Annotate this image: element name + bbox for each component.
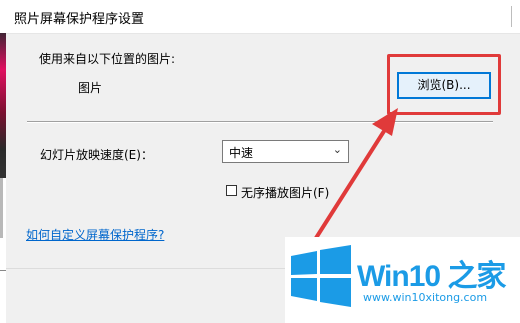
watermark-url: www.win10xitong.com <box>363 291 488 304</box>
arrow-shaft <box>314 126 388 240</box>
watermark-brand-suffix: 之家 <box>447 260 506 293</box>
watermark-brand-prefix: Win10 <box>357 260 441 293</box>
watermark-brand: Win10 之家 <box>357 251 506 295</box>
windows-logo-icon <box>291 245 351 307</box>
